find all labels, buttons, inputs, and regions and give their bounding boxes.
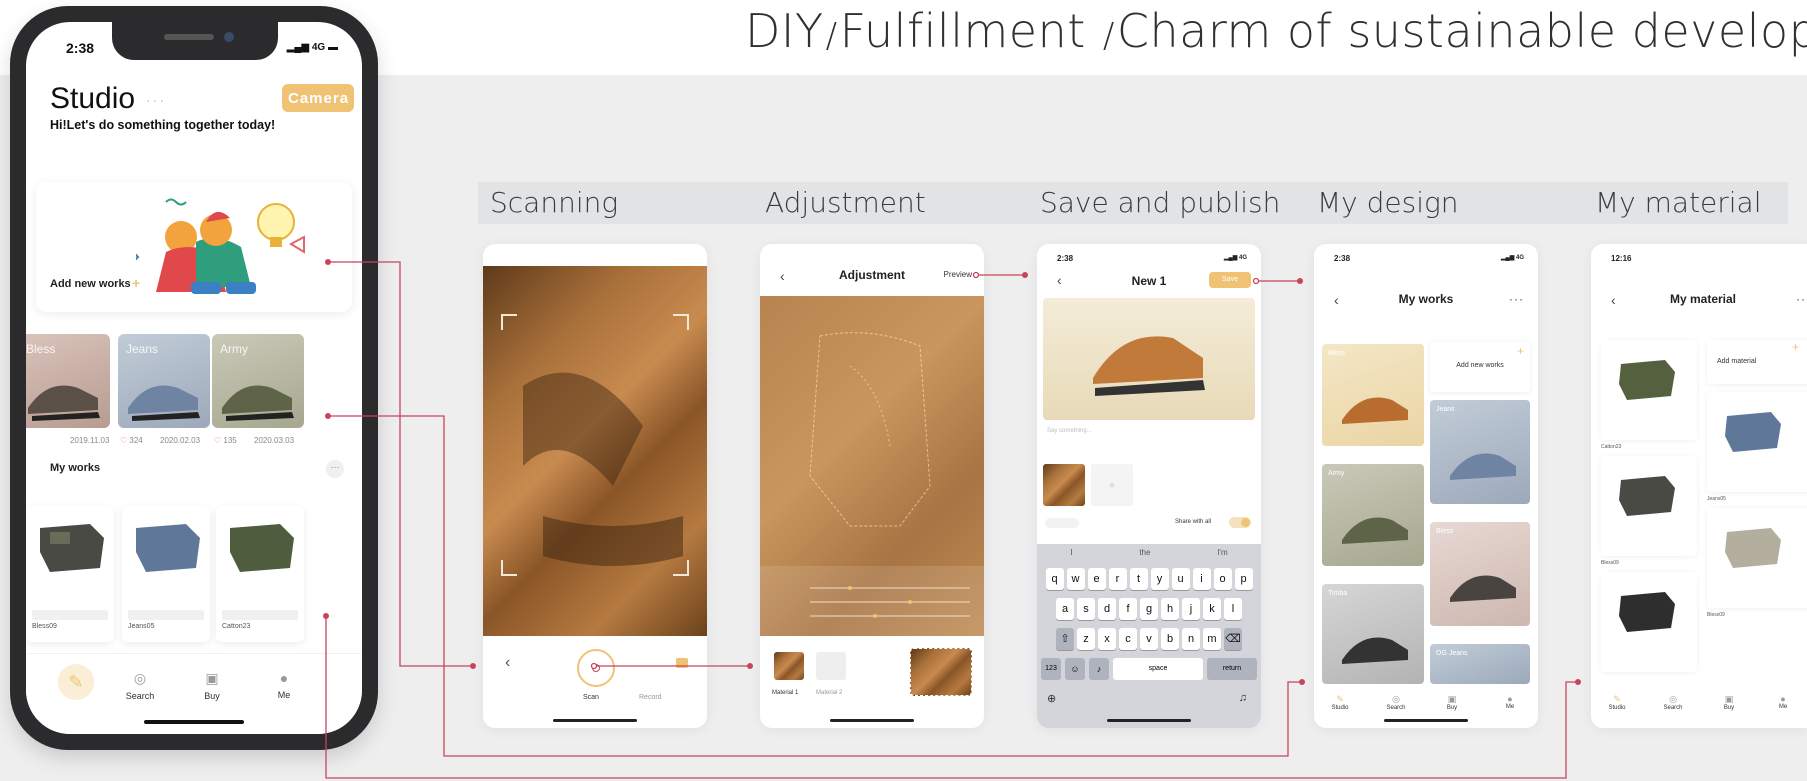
connector-add-to-scan <box>328 261 473 667</box>
connector-works-to-material <box>325 616 1578 779</box>
flow-connectors <box>323 259 1581 779</box>
connector-tiles-to-design <box>328 415 1302 757</box>
